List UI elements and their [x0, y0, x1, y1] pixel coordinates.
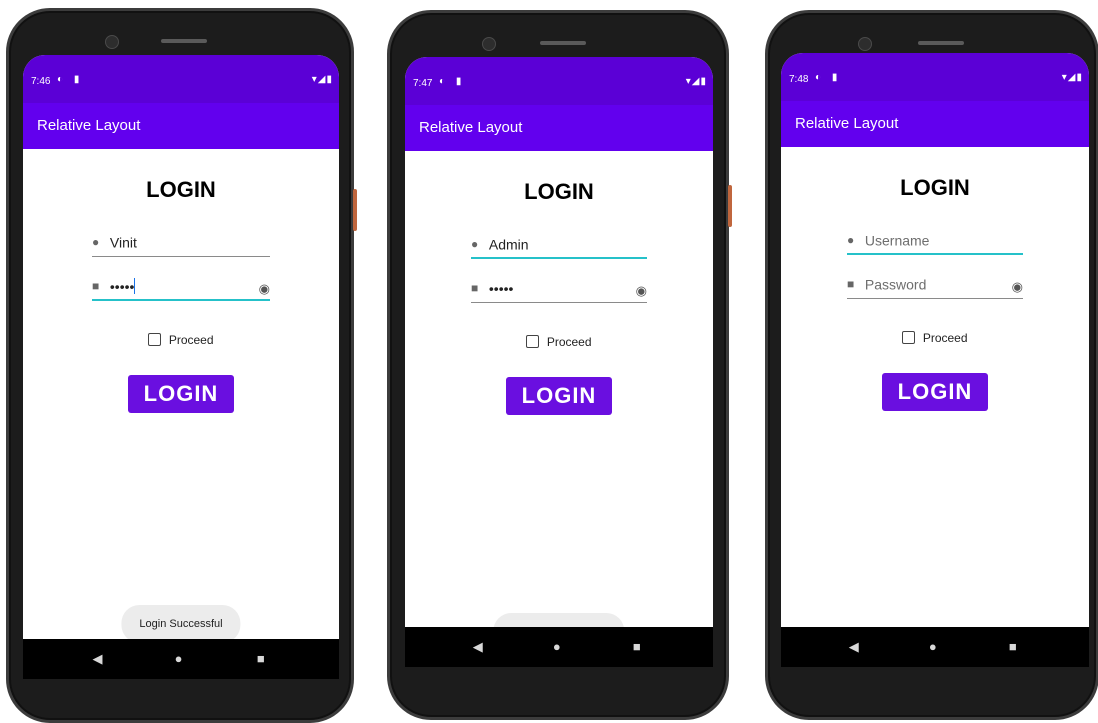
- proceed-checkbox-row[interactable]: Proceed: [405, 334, 713, 349]
- app-title: Relative Layout: [419, 119, 523, 136]
- signal-battery-icons: ▾◢▮: [311, 74, 333, 85]
- phone-frame: 7:46 ◐ ▮ ▾◢▮ Relative Layout LOGIN ● Vin…: [6, 8, 357, 723]
- recents-square-icon[interactable]: ■: [257, 651, 265, 666]
- screenshot-collage: 7:46 ◐ ▮ ▾◢▮ Relative Layout LOGIN ● Vin…: [0, 0, 1098, 723]
- signal-battery-icons: ▾◢▮: [685, 76, 707, 87]
- login-form: LOGIN ● Username ■ Password ◉ Proceed LO…: [781, 147, 1089, 667]
- person-icon: ●: [471, 237, 479, 252]
- person-icon: ●: [847, 233, 855, 248]
- lock-icon: ■: [471, 281, 479, 296]
- navigation-bar: ◀ ● ■: [405, 627, 713, 667]
- eye-icon[interactable]: ◉: [1012, 279, 1023, 295]
- app-screen: 7:48 ◐ ▮ ▾◢▮ Relative Layout LOGIN ● Use…: [781, 53, 1089, 667]
- status-bar: 7:48 ◐ ▮ ▾◢▮: [781, 53, 1089, 101]
- app-screen: 7:46 ◐ ▮ ▾◢▮ Relative Layout LOGIN ● Vin…: [23, 55, 339, 679]
- recents-square-icon[interactable]: ■: [633, 639, 641, 654]
- status-bar: 7:46 ◐ ▮ ▾◢▮: [23, 55, 339, 103]
- front-camera: [482, 37, 496, 51]
- front-camera: [858, 37, 872, 51]
- password-placeholder: Password: [864, 276, 927, 293]
- password-field[interactable]: ■ ••••• ◉: [92, 277, 270, 301]
- app-title: Relative Layout: [37, 117, 141, 134]
- notification-icons: ◐ ▮: [57, 74, 84, 85]
- home-circle-icon[interactable]: ●: [175, 651, 183, 666]
- earpiece-speaker: [540, 41, 586, 45]
- toast-message: Login Successful: [121, 605, 241, 643]
- home-circle-icon[interactable]: ●: [553, 639, 561, 654]
- power-button: [728, 185, 732, 227]
- password-field[interactable]: ■ Password ◉: [847, 275, 1023, 299]
- password-value: •••••: [488, 280, 514, 297]
- status-time: 7:48: [789, 74, 809, 85]
- status-time: 7:46: [31, 76, 51, 87]
- navigation-bar: ◀ ● ■: [781, 627, 1089, 667]
- eye-icon[interactable]: ◉: [636, 283, 647, 299]
- username-field[interactable]: ● Admin: [471, 235, 647, 259]
- app-title: Relative Layout: [795, 115, 899, 132]
- earpiece-speaker: [918, 41, 964, 45]
- login-heading: LOGIN: [900, 175, 970, 200]
- text-cursor: [134, 278, 136, 295]
- navigation-bar: ◀ ● ■: [23, 639, 339, 679]
- lock-icon: ■: [847, 277, 855, 292]
- proceed-checkbox-row[interactable]: Proceed: [23, 332, 339, 347]
- proceed-label: Proceed: [546, 334, 592, 349]
- login-button[interactable]: LOGIN: [882, 373, 988, 411]
- username-value: Vinit: [109, 234, 137, 251]
- front-camera: [105, 35, 119, 49]
- password-field[interactable]: ■ ••••• ◉: [471, 279, 647, 303]
- login-button[interactable]: LOGIN: [506, 377, 612, 415]
- home-circle-icon[interactable]: ●: [929, 639, 937, 654]
- username-value: Admin: [488, 236, 529, 253]
- app-screen: 7:47 ◐ ▮ ▾◢▮ Relative Layout LOGIN ● Adm…: [405, 57, 713, 667]
- signal-battery-icons: ▾◢▮: [1061, 72, 1083, 83]
- password-value: •••••: [109, 278, 135, 295]
- app-bar: Relative Layout: [405, 105, 713, 151]
- status-time: 7:47: [413, 78, 433, 89]
- eye-icon[interactable]: ◉: [259, 281, 270, 297]
- back-triangle-icon[interactable]: ◀: [849, 639, 859, 655]
- status-bar: 7:47 ◐ ▮ ▾◢▮: [405, 57, 713, 105]
- proceed-label: Proceed: [922, 330, 968, 345]
- login-heading: LOGIN: [524, 179, 594, 204]
- back-triangle-icon[interactable]: ◀: [93, 651, 103, 667]
- proceed-checkbox[interactable]: [148, 333, 162, 347]
- proceed-checkbox[interactable]: [902, 331, 916, 345]
- lock-icon: ■: [92, 279, 100, 294]
- username-field[interactable]: ● Username: [847, 231, 1023, 255]
- proceed-checkbox-row[interactable]: Proceed: [781, 330, 1089, 345]
- username-placeholder: Username: [864, 232, 930, 249]
- login-form: LOGIN ● Admin ■ ••••• ◉ Proceed LOGIN Lo…: [405, 151, 713, 667]
- notification-icons: ◐ ▮: [439, 76, 466, 87]
- recents-square-icon[interactable]: ■: [1009, 639, 1017, 654]
- login-button[interactable]: LOGIN: [128, 375, 234, 413]
- person-icon: ●: [92, 235, 100, 250]
- proceed-checkbox[interactable]: [526, 335, 540, 349]
- phone-frame: 7:47 ◐ ▮ ▾◢▮ Relative Layout LOGIN ● Adm…: [387, 10, 732, 720]
- username-field[interactable]: ● Vinit: [92, 233, 270, 257]
- proceed-label: Proceed: [168, 332, 214, 347]
- notification-icons: ◐ ▮: [815, 72, 842, 83]
- app-bar: Relative Layout: [23, 103, 339, 149]
- login-form: LOGIN ● Vinit ■ ••••• ◉ Proceed LOGIN Lo…: [23, 149, 339, 669]
- earpiece-speaker: [161, 39, 207, 43]
- app-bar: Relative Layout: [781, 101, 1089, 147]
- phone-frame: 7:48 ◐ ▮ ▾◢▮ Relative Layout LOGIN ● Use…: [765, 10, 1098, 720]
- login-heading: LOGIN: [146, 177, 216, 202]
- power-button: [353, 189, 357, 231]
- back-triangle-icon[interactable]: ◀: [473, 639, 483, 655]
